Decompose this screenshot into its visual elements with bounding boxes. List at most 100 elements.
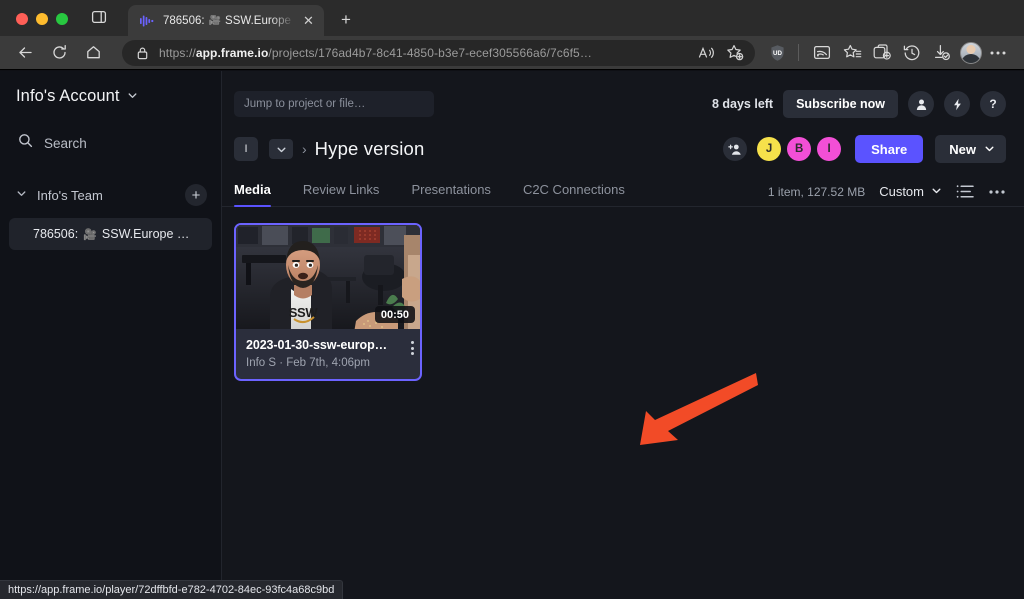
tracking-prevention-shield-icon[interactable]: UD bbox=[763, 39, 791, 67]
browser-tab-active[interactable]: 786506: 🎥 SSW.Europe - Wh ✕ bbox=[128, 5, 324, 36]
team-collapse-chevron-icon[interactable] bbox=[16, 186, 27, 204]
window-traffic-lights bbox=[0, 13, 68, 36]
status-bar-url: https://app.frame.io/player/72dffbfd-e78… bbox=[8, 584, 334, 596]
url-host: app.frame.io bbox=[196, 46, 269, 60]
tab-title-prefix: 786506: bbox=[163, 15, 205, 27]
avatar[interactable]: I bbox=[817, 137, 841, 161]
tab-review-links[interactable]: Review Links bbox=[303, 182, 380, 206]
sort-selector-value: Custom bbox=[879, 184, 924, 199]
toolbar-divider bbox=[798, 44, 799, 61]
sidebar-project-name: SSW.Europe … bbox=[102, 227, 190, 241]
address-bar[interactable]: https://app.frame.io/projects/176ad4b7-8… bbox=[122, 40, 755, 66]
sidebar-team-row[interactable]: Info's Team + bbox=[0, 182, 221, 208]
browser-tab-strip: 786506: 🎥 SSW.Europe - Wh ✕ + bbox=[0, 0, 1024, 36]
topbar-actions: 8 days left Subscribe now ? bbox=[712, 90, 1006, 118]
url-path: /projects/176ad4b7-8c41-4850-b3e7-ecef30… bbox=[268, 46, 592, 60]
tab-presentations[interactable]: Presentations bbox=[411, 182, 491, 206]
sidebar-team-name: Info's Team bbox=[37, 188, 185, 203]
tab-title-text: SSW.Europe - Wh bbox=[225, 15, 295, 27]
chevron-down-icon bbox=[931, 184, 942, 199]
account-name-label: Info's Account bbox=[16, 87, 120, 106]
new-button[interactable]: New bbox=[935, 135, 1006, 163]
media-grid: SSW 00:50 2023- bbox=[222, 207, 1024, 397]
sidebar-project-id: 786506: bbox=[33, 227, 78, 241]
media-card[interactable]: SSW 00:50 2023- bbox=[234, 223, 422, 381]
subscribe-now-button[interactable]: Subscribe now bbox=[783, 90, 898, 118]
avatar[interactable]: B bbox=[787, 137, 811, 161]
close-window-button[interactable] bbox=[16, 13, 28, 25]
add-project-button[interactable]: + bbox=[185, 184, 207, 206]
read-aloud-icon[interactable] bbox=[695, 41, 719, 65]
trial-days-left-label: 8 days left bbox=[712, 97, 773, 111]
breadcrumb-root-avatar[interactable]: I bbox=[234, 137, 258, 161]
bolt-icon[interactable] bbox=[944, 91, 970, 117]
home-button-icon[interactable] bbox=[80, 40, 106, 66]
collections-feed-icon[interactable] bbox=[808, 39, 836, 67]
app-topbar: Jump to project or file… 8 days left Sub… bbox=[222, 71, 1024, 123]
account-switcher[interactable]: Info's Account bbox=[0, 87, 221, 106]
avatar-initial: J bbox=[766, 143, 772, 155]
avatar-initial: I bbox=[828, 143, 831, 155]
svg-text:UD: UD bbox=[773, 50, 782, 57]
chevron-down-icon bbox=[127, 88, 138, 106]
downloads-icon[interactable] bbox=[928, 39, 956, 67]
browser-sidebar-toggle-icon[interactable] bbox=[88, 6, 110, 28]
list-view-icon[interactable] bbox=[956, 184, 974, 199]
new-tab-button[interactable]: + bbox=[336, 9, 356, 29]
breadcrumb: I › Hype version J bbox=[222, 123, 1024, 169]
kebab-dot bbox=[411, 347, 414, 350]
browser-settings-more-icon[interactable] bbox=[984, 39, 1012, 67]
tab-c2c-connections[interactable]: C2C Connections bbox=[523, 182, 625, 206]
browser-window: 786506: 🎥 SSW.Europe - Wh ✕ + bbox=[0, 0, 1024, 599]
site-permissions-lock-icon[interactable] bbox=[134, 45, 150, 61]
back-button-icon[interactable] bbox=[12, 40, 38, 66]
favorites-star-icon[interactable] bbox=[838, 39, 866, 67]
page-title: Hype version bbox=[315, 138, 425, 160]
browser-profile-avatar[interactable] bbox=[960, 42, 982, 64]
main-tabs: Media Review Links Presentations C2C Con… bbox=[222, 169, 1024, 207]
app-main: Jump to project or file… 8 days left Sub… bbox=[222, 71, 1024, 599]
duration-badge: 00:50 bbox=[375, 306, 415, 323]
tab-media[interactable]: Media bbox=[234, 182, 271, 206]
breadcrumb-chevron-down-icon[interactable] bbox=[269, 139, 293, 159]
jump-to-search-input[interactable]: Jump to project or file… bbox=[234, 91, 434, 117]
sidebar-project-emoji: 🎥 bbox=[83, 228, 97, 241]
media-card-more-icon[interactable] bbox=[411, 341, 414, 355]
add-to-collections-icon[interactable] bbox=[868, 39, 896, 67]
browser-toolbar: https://app.frame.io/projects/176ad4b7-8… bbox=[0, 36, 1024, 70]
frameio-app: Info's Account Search bbox=[0, 71, 1024, 599]
close-tab-icon[interactable]: ✕ bbox=[301, 12, 316, 29]
item-count-label: 1 item, 127.52 MB bbox=[768, 185, 865, 199]
frameio-favicon-icon bbox=[139, 13, 155, 29]
breadcrumb-separator: › bbox=[302, 141, 307, 157]
sidebar-project-label: 786506: 🎥 SSW.Europe … bbox=[33, 227, 189, 241]
browser-tab-title: 786506: 🎥 SSW.Europe - Wh bbox=[163, 15, 295, 27]
avatar-initial: B bbox=[795, 143, 803, 155]
new-button-label: New bbox=[949, 142, 976, 157]
more-horizontal-icon[interactable] bbox=[988, 189, 1006, 195]
sidebar-item-project[interactable]: 786506: 🎥 SSW.Europe … bbox=[9, 218, 212, 250]
share-button[interactable]: Share bbox=[855, 135, 923, 163]
help-button[interactable]: ? bbox=[980, 91, 1006, 117]
add-favorite-icon[interactable] bbox=[723, 41, 747, 65]
url-scheme: https:// bbox=[159, 46, 196, 60]
media-thumbnail[interactable]: SSW 00:50 bbox=[236, 225, 420, 329]
sidebar-search[interactable]: Search bbox=[0, 132, 221, 154]
app-sidebar: Info's Account Search bbox=[0, 71, 222, 599]
sort-selector[interactable]: Custom bbox=[879, 184, 942, 199]
media-toolbar: 1 item, 127.52 MB Custom bbox=[768, 184, 1006, 206]
kebab-dot bbox=[411, 352, 414, 355]
browser-status-bar: https://app.frame.io/player/72dffbfd-e78… bbox=[0, 580, 343, 599]
tab-title-emoji: 🎥 bbox=[209, 15, 221, 26]
collaborators-bar: J B I Share New bbox=[723, 135, 1006, 163]
media-card-subtitle: Info S · Feb 7th, 4:06pm bbox=[246, 357, 410, 369]
maximize-window-button[interactable] bbox=[56, 13, 68, 25]
person-icon[interactable] bbox=[908, 91, 934, 117]
search-icon bbox=[18, 133, 33, 153]
reload-button-icon[interactable] bbox=[46, 40, 72, 66]
add-person-icon[interactable] bbox=[723, 137, 747, 161]
avatar[interactable]: J bbox=[757, 137, 781, 161]
media-card-title: 2023-01-30-ssw-europe-… bbox=[246, 338, 410, 352]
history-icon[interactable] bbox=[898, 39, 926, 67]
minimize-window-button[interactable] bbox=[36, 13, 48, 25]
